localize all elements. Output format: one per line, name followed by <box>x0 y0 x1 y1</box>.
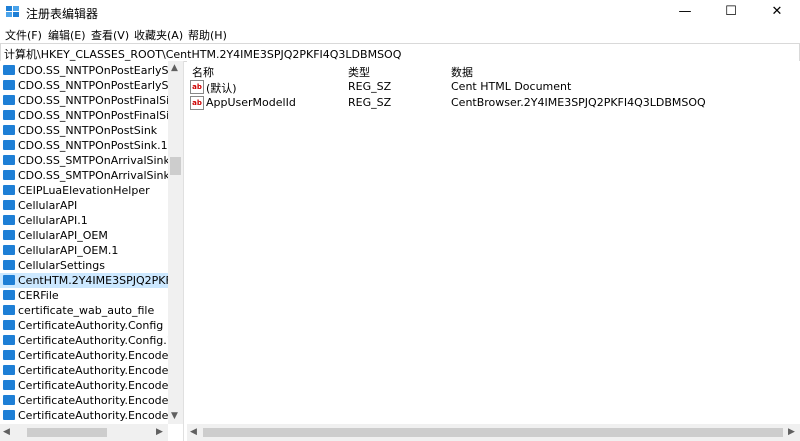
tree-item[interactable]: CDO.SS_NNTPOnPostEarlySink <box>0 63 183 78</box>
tree-horizontal-scrollbar[interactable]: ◀ ▶ <box>0 424 168 441</box>
folder-icon <box>3 320 15 330</box>
menu-bar: 文件(F) 编辑(E) 查看(V) 收藏夹(A) 帮助(H) <box>0 24 800 43</box>
menu-file[interactable]: 文件(F) <box>5 27 42 43</box>
window-title: 注册表编辑器 <box>26 7 99 21</box>
folder-icon <box>3 140 15 150</box>
value-data: Cent HTML Document <box>451 80 572 93</box>
folder-icon <box>3 170 15 180</box>
menu-edit[interactable]: 编辑(E) <box>48 27 86 43</box>
tree-item[interactable]: CellularAPI <box>0 198 168 213</box>
folder-icon <box>3 110 15 120</box>
minimize-button[interactable]: — <box>662 0 708 24</box>
folder-icon <box>3 335 15 345</box>
tree-item[interactable]: CDO.SS_NNTPOnPostEarlySink <box>0 78 183 93</box>
folder-icon <box>3 230 15 240</box>
folder-icon <box>3 380 15 390</box>
value-name: AppUserModelId <box>206 96 296 109</box>
tree-item-selected[interactable]: CentHTM.2Y4IME3SPJQ2PKFI4 <box>0 273 182 288</box>
menu-favorites[interactable]: 收藏夹(A) <box>134 27 183 43</box>
folder-icon <box>3 350 15 360</box>
address-path[interactable]: 计算机\HKEY_CLASSES_ROOT\CentHTM.2Y4IME3SPJ… <box>4 46 401 62</box>
menu-help[interactable]: 帮助(H) <box>188 27 227 43</box>
folder-icon <box>3 215 15 225</box>
tree-item[interactable]: CertificateAuthority.EncodeBit <box>0 393 183 408</box>
tree-item[interactable]: CertificateAuthority.EncodeAlt <box>0 348 183 363</box>
scroll-left-icon[interactable]: ◀ <box>3 428 10 437</box>
folder-icon <box>3 305 15 315</box>
key-tree[interactable]: CDO.SS_NNTPOnPostEarlySink CDO.SS_NNTPOn… <box>0 61 184 441</box>
scroll-right-icon[interactable]: ▶ <box>788 428 795 437</box>
folder-icon <box>3 260 15 270</box>
tree-item[interactable]: CertificateAuthority.EncodeCR <box>0 408 183 423</box>
folder-icon <box>3 95 15 105</box>
column-header-type[interactable]: 类型 <box>348 64 370 80</box>
tree-item[interactable]: CDO.SS_NNTPOnPostFinalSink <box>0 93 183 108</box>
values-list[interactable]: 名称 类型 数据 ab (默认) REG_SZ Cent HTML Docume… <box>187 61 800 441</box>
folder-icon <box>3 275 15 285</box>
scroll-right-icon[interactable]: ▶ <box>156 428 163 437</box>
folder-icon <box>3 65 15 75</box>
tree-item[interactable]: CellularAPI_OEM.1 <box>0 243 168 258</box>
scrollbar-thumb[interactable] <box>203 428 783 437</box>
title-bar: 注册表编辑器 — ☐ ✕ <box>0 0 800 24</box>
value-row[interactable]: ab AppUserModelId REG_SZ CentBrowser.2Y4… <box>187 95 800 111</box>
folder-icon <box>3 290 15 300</box>
folder-icon <box>3 410 15 420</box>
tree-item[interactable]: CertificateAuthority.Config <box>0 318 168 333</box>
folder-icon <box>3 395 15 405</box>
tree-item[interactable]: CEIPLuaElevationHelper <box>0 183 168 198</box>
tree-item[interactable]: CellularAPI.1 <box>0 213 168 228</box>
folder-icon <box>3 125 15 135</box>
tree-vertical-scrollbar[interactable]: ▲ ▼ <box>168 61 183 424</box>
scrollbar-thumb[interactable] <box>27 428 107 437</box>
tree-item[interactable]: CertificateAuthority.EncodeBit <box>0 378 183 393</box>
folder-icon <box>3 200 15 210</box>
scroll-left-icon[interactable]: ◀ <box>190 428 197 437</box>
value-row[interactable]: ab (默认) REG_SZ Cent HTML Document <box>187 79 800 95</box>
tree-item[interactable]: CDO.SS_NNTPOnPostSink.1 <box>0 138 168 153</box>
tree-item[interactable]: CDO.SS_SMTPOnArrivalSink <box>0 153 170 168</box>
scroll-up-icon[interactable]: ▲ <box>171 64 178 73</box>
value-type: REG_SZ <box>348 80 392 93</box>
close-button[interactable]: ✕ <box>754 0 800 24</box>
list-horizontal-scrollbar[interactable]: ◀ ▶ <box>187 424 800 441</box>
value-name: (默认) <box>206 82 237 95</box>
tree-item[interactable]: CertificateAuthority.EncodeAlt <box>0 363 183 378</box>
folder-icon <box>3 80 15 90</box>
string-value-icon: ab <box>190 80 204 94</box>
registry-editor-icon <box>6 6 19 17</box>
scrollbar-thumb[interactable] <box>170 157 181 175</box>
tree-item[interactable]: CellularAPI_OEM <box>0 228 168 243</box>
column-header-name[interactable]: 名称 <box>192 64 214 80</box>
string-value-icon: ab <box>190 96 204 110</box>
tree-item[interactable]: CertificateAuthority.Config.1 <box>0 333 174 348</box>
menu-view[interactable]: 查看(V) <box>91 27 129 43</box>
tree-item[interactable]: CellularSettings <box>0 258 168 273</box>
tree-item[interactable]: CDO.SS_SMTPOnArrivalSink.1 <box>0 168 180 183</box>
column-header-data[interactable]: 数据 <box>451 64 473 80</box>
folder-icon <box>3 185 15 195</box>
address-bar[interactable]: 计算机\HKEY_CLASSES_ROOT\CentHTM.2Y4IME3SPJ… <box>0 43 800 62</box>
folder-icon <box>3 365 15 375</box>
tree-item[interactable]: certificate_wab_auto_file <box>0 303 168 318</box>
tree-item[interactable]: CDO.SS_NNTPOnPostSink <box>0 123 168 138</box>
folder-icon <box>3 245 15 255</box>
scroll-down-icon[interactable]: ▼ <box>171 412 178 421</box>
tree-item[interactable]: CDO.SS_NNTPOnPostFinalSink <box>0 108 183 123</box>
folder-icon <box>3 155 15 165</box>
maximize-button[interactable]: ☐ <box>708 0 754 24</box>
value-data: CentBrowser.2Y4IME3SPJQ2PKFI4Q3LDBMSOQ <box>451 96 706 109</box>
value-type: REG_SZ <box>348 96 392 109</box>
tree-item[interactable]: CERFile <box>0 288 168 303</box>
